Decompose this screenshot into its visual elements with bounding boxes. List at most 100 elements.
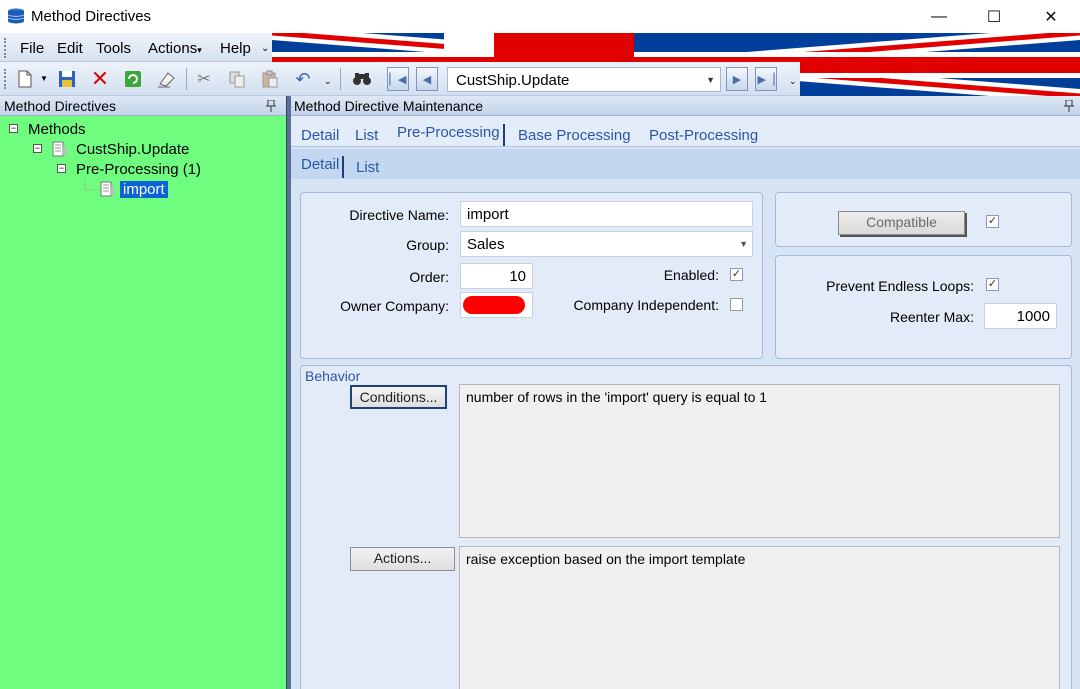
undo-icon[interactable]: ↶ bbox=[292, 68, 314, 90]
owner-company-field[interactable] bbox=[460, 292, 533, 318]
menu-grip[interactable] bbox=[4, 38, 7, 58]
group-select[interactable]: Sales ▼ bbox=[460, 231, 753, 257]
close-button[interactable]: ✕ bbox=[1028, 0, 1074, 33]
loop-settings-panel: Prevent Endless Loops: ✓ Reenter Max: 10… bbox=[775, 255, 1072, 359]
cut-icon[interactable]: ✂ bbox=[193, 68, 215, 90]
tab-post-processing[interactable]: Post-Processing bbox=[649, 127, 758, 144]
tab-list[interactable]: List bbox=[355, 127, 378, 144]
window-title: Method Directives bbox=[31, 8, 152, 25]
prevent-loops-checkbox[interactable]: ✓ bbox=[986, 278, 999, 291]
main-tab-strip: Detail List Pre-Processing Base Processi… bbox=[291, 116, 1080, 147]
menu-actions-arrow: ▾ bbox=[197, 45, 202, 55]
directive-maintenance-panel: Detail List Pre-Processing Base Processi… bbox=[291, 116, 1080, 689]
order-value: 10 bbox=[509, 268, 526, 285]
toolbar-separator bbox=[340, 68, 341, 90]
tab-pre-processing[interactable]: Pre-Processing bbox=[397, 124, 505, 146]
reenter-max-field[interactable]: 1000 bbox=[984, 303, 1057, 329]
directive-name-label: Directive Name: bbox=[349, 207, 449, 223]
tree-node-import[interactable]: import bbox=[120, 181, 168, 198]
toolbar: ▼ ✕ ✂ ↶ ⌄ ▏◀ ◀ CustShip.Update ▼ ▶ ▶▕ ⌄ bbox=[0, 62, 800, 96]
behavior-title: Behavior bbox=[305, 368, 361, 384]
new-document-icon[interactable] bbox=[14, 68, 36, 90]
menu-bar: File Edit Tools Actions▾ Help ⌄ bbox=[0, 33, 272, 62]
enabled-label: Enabled: bbox=[663, 267, 719, 283]
sub-tab-strip: Detail List bbox=[291, 149, 1080, 179]
menu-file[interactable]: File bbox=[20, 40, 44, 57]
menu-tools[interactable]: Tools bbox=[96, 40, 131, 57]
title-bar: Method Directives — ☐ ✕ bbox=[0, 0, 1080, 33]
database-icon bbox=[7, 8, 25, 24]
toolbar-grip[interactable] bbox=[4, 69, 7, 89]
method-icon bbox=[52, 141, 66, 157]
menu-help[interactable]: Help bbox=[220, 40, 251, 57]
directive-fields-panel: Directive Name: import Group: Sales ▼ Or… bbox=[300, 192, 763, 359]
clear-icon[interactable] bbox=[155, 68, 177, 90]
directive-icon bbox=[100, 181, 114, 197]
directive-name-value: import bbox=[467, 206, 509, 223]
left-panel-title: Method Directives bbox=[4, 98, 117, 114]
new-dropdown-arrow[interactable]: ▼ bbox=[40, 74, 48, 83]
right-panel-title: Method Directive Maintenance bbox=[294, 98, 484, 114]
actions-text[interactable]: raise exception based on the import temp… bbox=[459, 546, 1060, 689]
find-icon[interactable] bbox=[351, 68, 373, 90]
behavior-panel: Behavior Conditions... number of rows in… bbox=[300, 365, 1072, 689]
subtab-detail[interactable]: Detail bbox=[301, 156, 345, 178]
reenter-max-label: Reenter Max: bbox=[889, 309, 974, 325]
left-panel-header: Method Directives bbox=[0, 96, 288, 116]
chevron-down-icon[interactable]: ▼ bbox=[739, 239, 748, 249]
reenter-max-value: 1000 bbox=[1016, 308, 1050, 325]
conditions-button[interactable]: Conditions... bbox=[350, 385, 447, 409]
pin-icon[interactable] bbox=[266, 100, 276, 112]
method-tree: − Methods − CustShip.Update − Pre-Proces… bbox=[0, 116, 286, 689]
record-selector-value: CustShip.Update bbox=[456, 72, 570, 89]
group-label: Group: bbox=[406, 237, 449, 253]
toolbar-separator bbox=[186, 68, 187, 90]
menu-actions-label: Actions bbox=[148, 40, 198, 57]
toolbar-overflow-icon[interactable]: ⌄ bbox=[789, 76, 797, 87]
tree-collapse-icon[interactable]: − bbox=[57, 164, 66, 173]
compatible-checkbox[interactable]: ✓ bbox=[986, 215, 999, 228]
save-icon[interactable] bbox=[56, 68, 78, 90]
minimize-button[interactable]: — bbox=[916, 0, 962, 33]
tree-node-custship-update[interactable]: CustShip.Update bbox=[76, 141, 189, 158]
delete-icon[interactable]: ✕ bbox=[89, 66, 111, 91]
actions-button[interactable]: Actions... bbox=[350, 547, 455, 571]
previous-record-button[interactable]: ◀ bbox=[416, 67, 438, 91]
owner-company-label: Owner Company: bbox=[340, 298, 449, 314]
tree-connector bbox=[84, 180, 100, 191]
pin-icon[interactable] bbox=[1064, 100, 1074, 112]
prevent-loops-label: Prevent Endless Loops: bbox=[826, 278, 974, 294]
company-independent-label: Company Independent: bbox=[573, 297, 719, 313]
tree-node-pre-processing[interactable]: Pre-Processing (1) bbox=[76, 161, 201, 178]
redaction-mark bbox=[463, 296, 525, 314]
order-label: Order: bbox=[409, 269, 449, 285]
last-record-button[interactable]: ▶▕ bbox=[755, 67, 777, 91]
menu-overflow-icon[interactable]: ⌄ bbox=[261, 43, 269, 54]
order-field[interactable]: 10 bbox=[460, 263, 533, 289]
conditions-text[interactable]: number of rows in the 'import' query is … bbox=[459, 384, 1060, 538]
company-independent-checkbox[interactable] bbox=[730, 298, 743, 311]
menu-actions[interactable]: Actions▾ bbox=[148, 40, 202, 57]
tab-detail[interactable]: Detail bbox=[301, 127, 339, 144]
right-panel-header: Method Directive Maintenance bbox=[291, 96, 1080, 116]
compatible-button[interactable]: Compatible bbox=[838, 211, 965, 235]
tree-collapse-icon[interactable]: − bbox=[9, 124, 18, 133]
copy-icon[interactable] bbox=[226, 68, 248, 90]
refresh-icon[interactable] bbox=[122, 68, 144, 90]
first-record-button[interactable]: ▏◀ bbox=[387, 67, 409, 91]
group-value: Sales bbox=[467, 236, 505, 253]
next-record-button[interactable]: ▶ bbox=[726, 67, 748, 91]
tree-collapse-icon[interactable]: − bbox=[33, 144, 42, 153]
menu-edit[interactable]: Edit bbox=[57, 40, 83, 57]
tree-node-methods[interactable]: Methods bbox=[28, 121, 86, 138]
subtab-list[interactable]: List bbox=[356, 159, 379, 176]
tab-base-processing[interactable]: Base Processing bbox=[518, 127, 631, 144]
directive-name-field[interactable]: import bbox=[460, 201, 753, 227]
paste-icon[interactable] bbox=[259, 68, 281, 90]
chevron-down-icon[interactable]: ▼ bbox=[706, 75, 715, 85]
maximize-button[interactable]: ☐ bbox=[971, 0, 1017, 33]
compatibility-panel: Compatible ✓ bbox=[775, 192, 1072, 247]
enabled-checkbox[interactable]: ✓ bbox=[730, 268, 743, 281]
toolbar-overflow-icon[interactable]: ⌄ bbox=[324, 76, 332, 87]
record-selector-combo[interactable]: CustShip.Update ▼ bbox=[447, 67, 721, 92]
